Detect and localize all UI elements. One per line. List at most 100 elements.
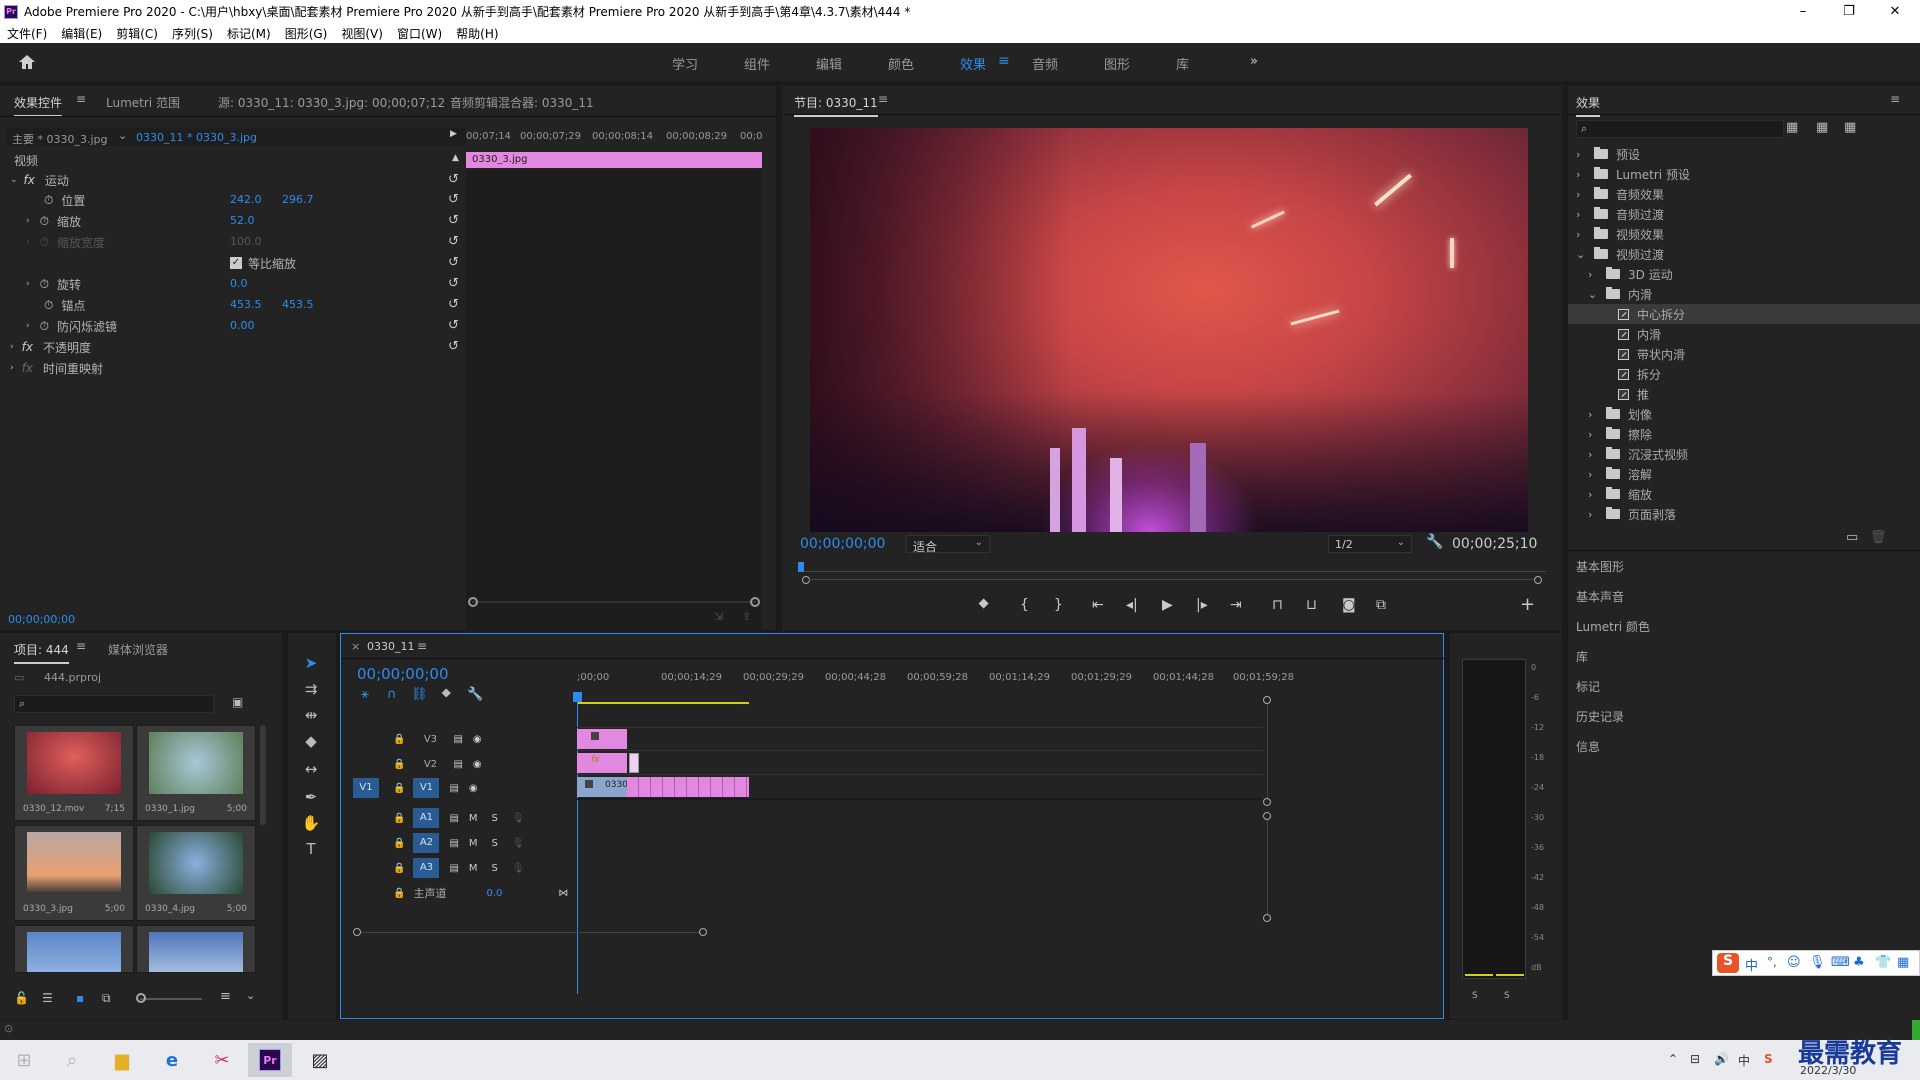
mic-icon[interactable]: 🎙 <box>512 863 525 874</box>
reset-scale-width-icon[interactable]: ↺ <box>448 234 459 249</box>
punctuation-icon[interactable]: °, <box>1767 955 1777 969</box>
effect-tree-item[interactable]: › 视频效果 <box>1568 224 1920 244</box>
effect-tree-item[interactable]: › 预设 <box>1568 144 1920 164</box>
transition-marker[interactable] <box>629 753 639 773</box>
effect-tree-item[interactable]: ⌄ 内滑 <box>1568 284 1920 304</box>
reset-anchor-icon[interactable]: ↺ <box>448 297 459 312</box>
track-select-tool-icon[interactable]: ⇉ <box>298 678 324 700</box>
workspace-menu-icon[interactable]: ≡ <box>998 53 1010 69</box>
show-desktop-button[interactable] <box>1912 1020 1920 1040</box>
edge-browser-icon[interactable]: e <box>150 1043 194 1077</box>
compare-view-icon[interactable]: ⧉ <box>1376 597 1386 613</box>
close-tab-icon[interactable]: × <box>351 640 360 653</box>
ec-clip-bar[interactable]: 0330_3.jpg <box>466 152 762 168</box>
toggle-sync-icon[interactable]: ▤ <box>453 734 462 745</box>
thumbnail-size-slider[interactable] <box>140 998 202 1000</box>
go-to-out-icon[interactable]: ⇥ <box>1230 597 1242 613</box>
reset-opacity-icon[interactable]: ↺ <box>448 339 459 354</box>
chevron-right-icon[interactable]: › <box>1588 488 1600 501</box>
program-scrub-bar[interactable] <box>798 562 1546 584</box>
effect-tree-item[interactable]: › 3D 运动 <box>1568 264 1920 284</box>
menu-clip[interactable]: 剪辑(C) <box>116 25 158 42</box>
tab-audio-clip-mixer[interactable]: 音频剪辑混合器: 0330_11 <box>450 94 594 111</box>
freeform-view-icon[interactable]: ⧉ <box>102 991 111 1006</box>
effect-tree-item[interactable]: › 擦除 <box>1568 424 1920 444</box>
maximize-button[interactable]: ❐ <box>1826 0 1872 23</box>
reset-scale-icon[interactable]: ↺ <box>448 213 459 228</box>
info-panel[interactable]: 信息 <box>1576 731 1600 761</box>
effect-tree-item[interactable]: 推 <box>1568 384 1920 404</box>
program-current-timecode[interactable]: 00;00;00;00 <box>800 536 885 552</box>
stopwatch-icon[interactable]: ⏱ <box>40 277 49 292</box>
panel-menu-icon[interactable]: ≡ <box>1890 92 1900 106</box>
lock-icon[interactable]: 🔒 <box>393 734 405 745</box>
fx-icon[interactable]: fx <box>22 340 33 354</box>
eye-icon[interactable]: ◉ <box>473 759 482 770</box>
effect-tree-item[interactable]: 带状内滑 <box>1568 344 1920 364</box>
project-item[interactable] <box>14 925 134 973</box>
icon-view-icon[interactable]: ▪ <box>76 991 84 1005</box>
effect-tree-item[interactable]: › 音频效果 <box>1568 184 1920 204</box>
slip-tool-icon[interactable]: ↔ <box>298 758 324 780</box>
work-area-bar[interactable] <box>577 702 749 704</box>
chevron-right-icon[interactable]: › <box>1588 428 1600 441</box>
toggle-sync-icon[interactable]: ▤ <box>449 783 458 794</box>
accelerated-effects-icon[interactable]: ▦ <box>1786 120 1798 135</box>
add-button-icon[interactable]: + <box>1520 594 1535 615</box>
eye-icon[interactable]: ◉ <box>469 783 478 794</box>
hand-tool-icon[interactable]: ✋ <box>298 812 324 834</box>
mic-icon[interactable]: 🎙 <box>1809 955 1826 970</box>
chevron-right-icon[interactable]: › <box>1588 408 1600 421</box>
project-item[interactable] <box>136 925 256 973</box>
workspace-more-icon[interactable]: » <box>1250 54 1258 69</box>
lift-icon[interactable]: ⊓ <box>1272 597 1283 613</box>
search-icon[interactable]: ⌕ <box>50 1043 94 1077</box>
toggle-sync-icon[interactable]: ▤ <box>449 838 458 849</box>
sogou-ime-icon[interactable]: S <box>1717 953 1739 973</box>
add-marker-icon[interactable]: ⯁ <box>441 687 451 702</box>
type-tool-icon[interactable]: T <box>298 838 324 860</box>
chevron-right-icon[interactable]: › <box>1576 188 1588 201</box>
wrench-icon[interactable]: 🔧 <box>467 687 483 702</box>
libraries-panel[interactable]: 库 <box>1576 641 1588 671</box>
effect-tree-item[interactable]: 拆分 <box>1568 364 1920 384</box>
go-to-in-icon[interactable]: ⇤ <box>1092 597 1104 613</box>
toggle-sync-icon[interactable]: ▤ <box>449 813 458 824</box>
solo-button[interactable]: S <box>492 863 498 874</box>
solo-button[interactable]: S <box>492 838 498 849</box>
rotation-value[interactable]: 0.0 <box>230 277 248 290</box>
emoji-icon[interactable]: ☺ <box>1787 955 1801 970</box>
menu-help[interactable]: 帮助(H) <box>456 25 498 42</box>
position-x-value[interactable]: 242.0 <box>230 193 262 206</box>
mic-icon[interactable]: 🎙 <box>512 813 525 824</box>
find-bin-icon[interactable]: ▣ <box>232 695 243 709</box>
anchor-y-value[interactable]: 453.5 <box>282 298 314 311</box>
timeline-clip-v1[interactable]: 0330 <box>577 777 628 797</box>
mute-button[interactable]: M <box>469 863 478 874</box>
timeline-ruler[interactable]: ;00;00 00;00;14;29 00;00;29;29 00;00;44;… <box>577 672 1307 694</box>
step-back-icon[interactable]: ◂| <box>1126 597 1138 613</box>
timeline-clip-v1-sequence[interactable] <box>627 777 749 797</box>
ec-time-ruler[interactable]: 00;07;14 00;00;07;29 00;00;08;14 00;00;0… <box>466 128 762 146</box>
chevron-right-icon[interactable]: › <box>1588 448 1600 461</box>
lock-icon[interactable]: 🔓 <box>14 991 29 1005</box>
chevron-right-icon[interactable]: › <box>1576 168 1588 181</box>
effect-tree-item[interactable]: 中心拆分 <box>1568 304 1920 324</box>
timeline-clip-v2[interactable]: fx <box>577 753 627 773</box>
chevron-right-icon[interactable]: › <box>1576 148 1588 161</box>
lock-icon[interactable]: 🔒 <box>393 863 405 874</box>
menu-sequence[interactable]: 序列(S) <box>172 25 213 42</box>
mute-button[interactable]: M <box>469 813 478 824</box>
panel-menu-icon[interactable]: ≡ <box>76 639 86 653</box>
skin-icon[interactable]: ♣ <box>1853 955 1865 970</box>
yuv-effects-icon[interactable]: ▦ <box>1844 120 1856 135</box>
workspace-tab-graphics[interactable]: 图形 <box>1104 54 1130 73</box>
lock-icon[interactable]: 🔒 <box>393 759 405 770</box>
chevron-right-icon[interactable]: › <box>1576 208 1588 221</box>
menu-view[interactable]: 视图(V) <box>341 25 383 42</box>
mic-icon[interactable]: 🎙 <box>512 838 525 849</box>
lock-icon[interactable]: 🔒 <box>393 838 405 849</box>
volume-icon[interactable]: 🔊 <box>1714 1052 1729 1066</box>
workspace-tab-color[interactable]: 颜色 <box>888 54 914 73</box>
selection-tool-icon[interactable]: ➤ <box>298 652 324 674</box>
